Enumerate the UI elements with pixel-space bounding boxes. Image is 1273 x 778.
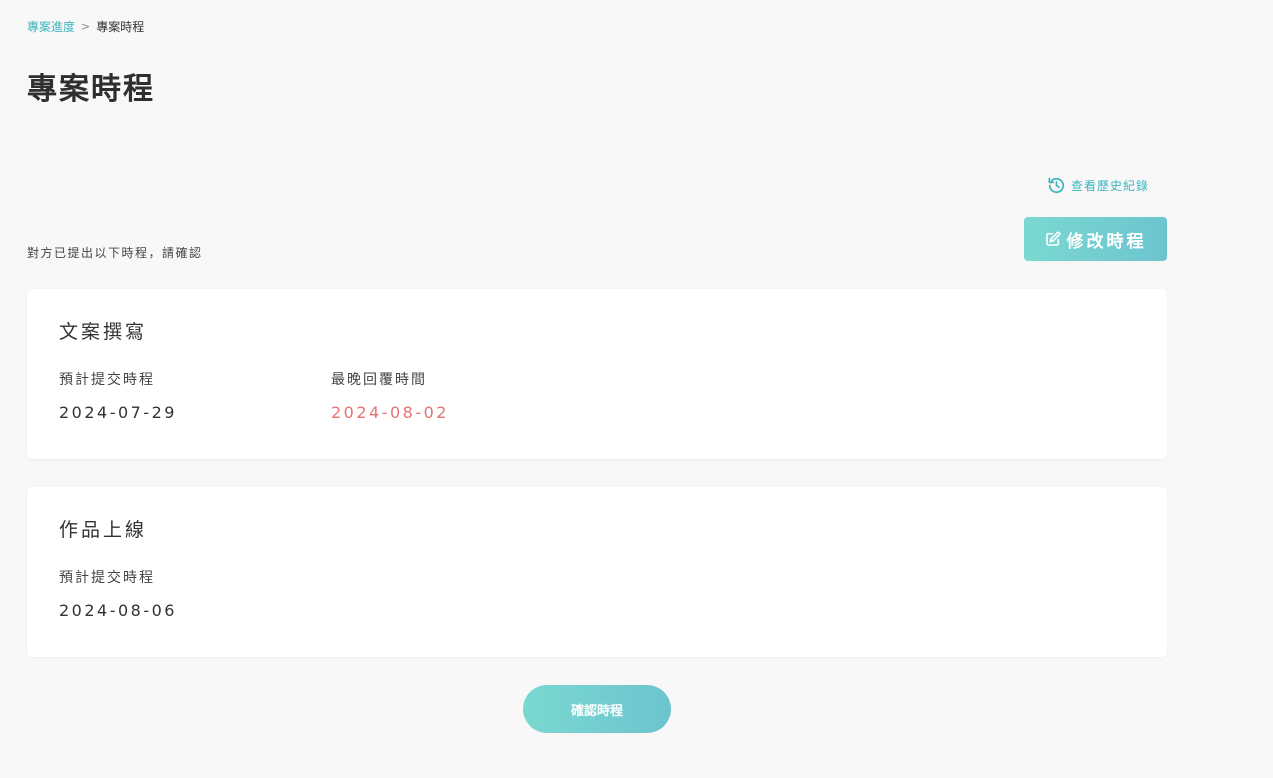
view-history-link[interactable]: 查看歷史紀錄 <box>1047 176 1149 195</box>
field-label: 最晚回覆時間 <box>331 372 427 388</box>
field-value: 2024-08-06 <box>59 601 177 620</box>
confirm-schedule-button[interactable]: 確認時程 <box>523 685 671 733</box>
edit-schedule-button[interactable]: 修改時程 <box>1024 217 1167 261</box>
breadcrumb: 專案進度 > 專案時程 <box>27 18 144 35</box>
expected-submission-field: 預計提交時程 2024-07-29 <box>59 369 177 422</box>
field-label: 預計提交時程 <box>59 570 155 586</box>
breadcrumb-current: 專案時程 <box>96 20 145 34</box>
schedule-notice: 對方已提出以下時程，請確認 <box>27 246 203 260</box>
card-title: 文案撰寫 <box>59 321 148 343</box>
field-value-deadline: 2024-08-02 <box>331 403 449 422</box>
history-icon <box>1047 176 1066 195</box>
breadcrumb-link-project-progress[interactable]: 專案進度 <box>27 18 75 35</box>
field-label: 預計提交時程 <box>59 372 155 388</box>
schedule-card-launch: 作品上線 預計提交時程 2024-08-06 <box>27 487 1167 657</box>
page-title: 專案時程 <box>27 72 155 107</box>
latest-reply-field: 最晚回覆時間 2024-08-02 <box>331 369 449 422</box>
field-value: 2024-07-29 <box>59 403 177 422</box>
breadcrumb-separator: > <box>81 20 91 33</box>
edit-icon <box>1045 231 1061 247</box>
card-title: 作品上線 <box>59 519 148 541</box>
view-history-label: 查看歷史紀錄 <box>1070 179 1149 193</box>
schedule-card-copywriting: 文案撰寫 預計提交時程 2024-07-29 最晚回覆時間 2024-08-02 <box>27 289 1167 459</box>
expected-submission-field: 預計提交時程 2024-08-06 <box>59 567 177 620</box>
edit-schedule-label: 修改時程 <box>1066 231 1147 252</box>
project-schedule-page: 專案進度 > 專案時程 專案時程 查看歷史紀錄 修改時程 對方已提出以下時程，請… <box>0 0 1273 778</box>
